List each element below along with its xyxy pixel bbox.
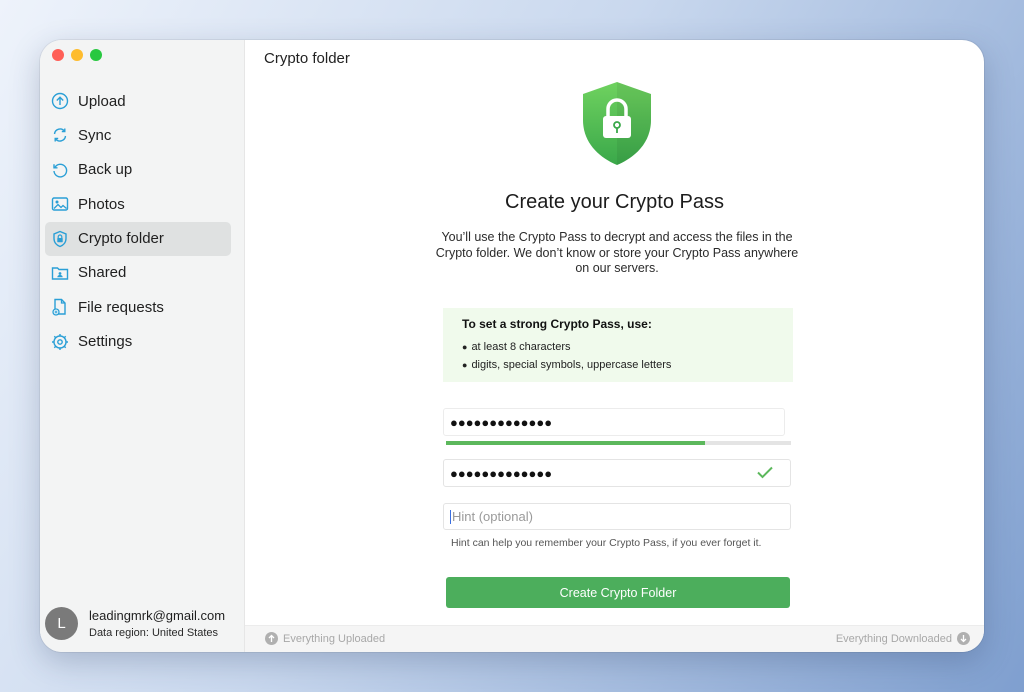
password-input[interactable]: ●●●●●●●●●●●●● [443,408,785,436]
shield-lock-icon [580,80,654,171]
upload-status-icon [265,632,278,645]
password-strength-bar [446,441,791,445]
sidebar-item-label: Sync [78,126,112,144]
sidebar-item-photos[interactable]: Photos [45,187,231,221]
status-bar: Everything Uploaded Everything Downloade… [245,625,984,652]
hint-help-text: Hint can help you remember your Crypto P… [451,537,762,549]
hint-input[interactable]: Hint (optional) [443,503,791,530]
shared-icon [51,264,69,282]
minimize-window-button[interactable] [71,49,83,61]
zoom-window-button[interactable] [90,49,102,61]
data-region: Data region: United States [89,627,219,639]
photos-icon [51,195,69,213]
download-status-icon [957,632,970,645]
text-caret [450,509,451,524]
sidebar: Upload Sync Back up Photos Crypto folder… [40,40,245,652]
upload-status-text: Everything Uploaded [283,632,386,645]
app-window: Upload Sync Back up Photos Crypto folder… [40,40,984,652]
sidebar-item-shared[interactable]: Shared [45,256,231,290]
upload-icon [51,92,69,110]
sidebar-item-upload[interactable]: Upload [45,84,231,118]
backup-icon [51,161,69,179]
sidebar-item-backup[interactable]: Back up [45,153,231,187]
main-panel: Crypto folder Create your Crypto Pass Yo… [245,40,984,652]
sidebar-item-label: File requests [78,298,164,316]
crypto-folder-icon [51,230,69,248]
sidebar-item-settings[interactable]: Settings [45,325,231,359]
password-value: ●●●●●●●●●●●●● [450,414,553,430]
traffic-lights [52,49,102,61]
hint-placeholder: Hint (optional) [452,509,533,524]
download-status-text: Everything Downloaded [835,632,952,645]
sidebar-item-crypto-folder[interactable]: Crypto folder [45,221,231,256]
password-strength-fill [446,441,705,445]
sidebar-item-label: Crypto folder [78,230,164,248]
tips-title: To set a strong Crypto Pass, use: [462,317,652,331]
download-status: Everything Downloaded [836,632,970,645]
sidebar-item-file-requests[interactable]: File requests [45,290,231,324]
avatar[interactable]: L [45,607,78,640]
heading: Create your Crypto Pass [505,191,724,213]
sidebar-item-label: Upload [78,92,126,110]
file-requests-icon [51,298,69,316]
create-crypto-folder-button[interactable]: Create Crypto Folder [446,577,790,608]
sidebar-item-label: Settings [78,333,133,351]
password-tips: To set a strong Crypto Pass, use: at lea… [443,308,793,382]
account-email: leadingmrk@gmail.com [89,608,226,623]
confirm-password-value: ●●●●●●●●●●●●● [450,465,553,481]
close-window-button[interactable] [52,49,64,61]
description: You’ll use the Crypto Pass to decrypt an… [435,230,799,275]
sync-icon [51,126,69,144]
confirm-password-input[interactable]: ●●●●●●●●●●●●● [443,459,791,487]
sidebar-nav: Upload Sync Back up Photos Crypto folder… [45,84,231,359]
checkmark-icon [756,465,774,482]
upload-status: Everything Uploaded [265,632,385,645]
sidebar-item-label: Photos [78,195,125,213]
tip-item: digits, special symbols, uppercase lette… [462,359,793,371]
page-title: Crypto folder [264,50,350,67]
settings-icon [51,333,69,351]
sidebar-item-sync[interactable]: Sync [45,118,231,152]
tip-item: at least 8 characters [462,341,793,353]
sidebar-item-label: Back up [78,161,133,179]
sidebar-item-label: Shared [78,264,127,282]
account-section[interactable]: L leadingmrk@gmail.com Data region: Unit… [45,607,225,640]
